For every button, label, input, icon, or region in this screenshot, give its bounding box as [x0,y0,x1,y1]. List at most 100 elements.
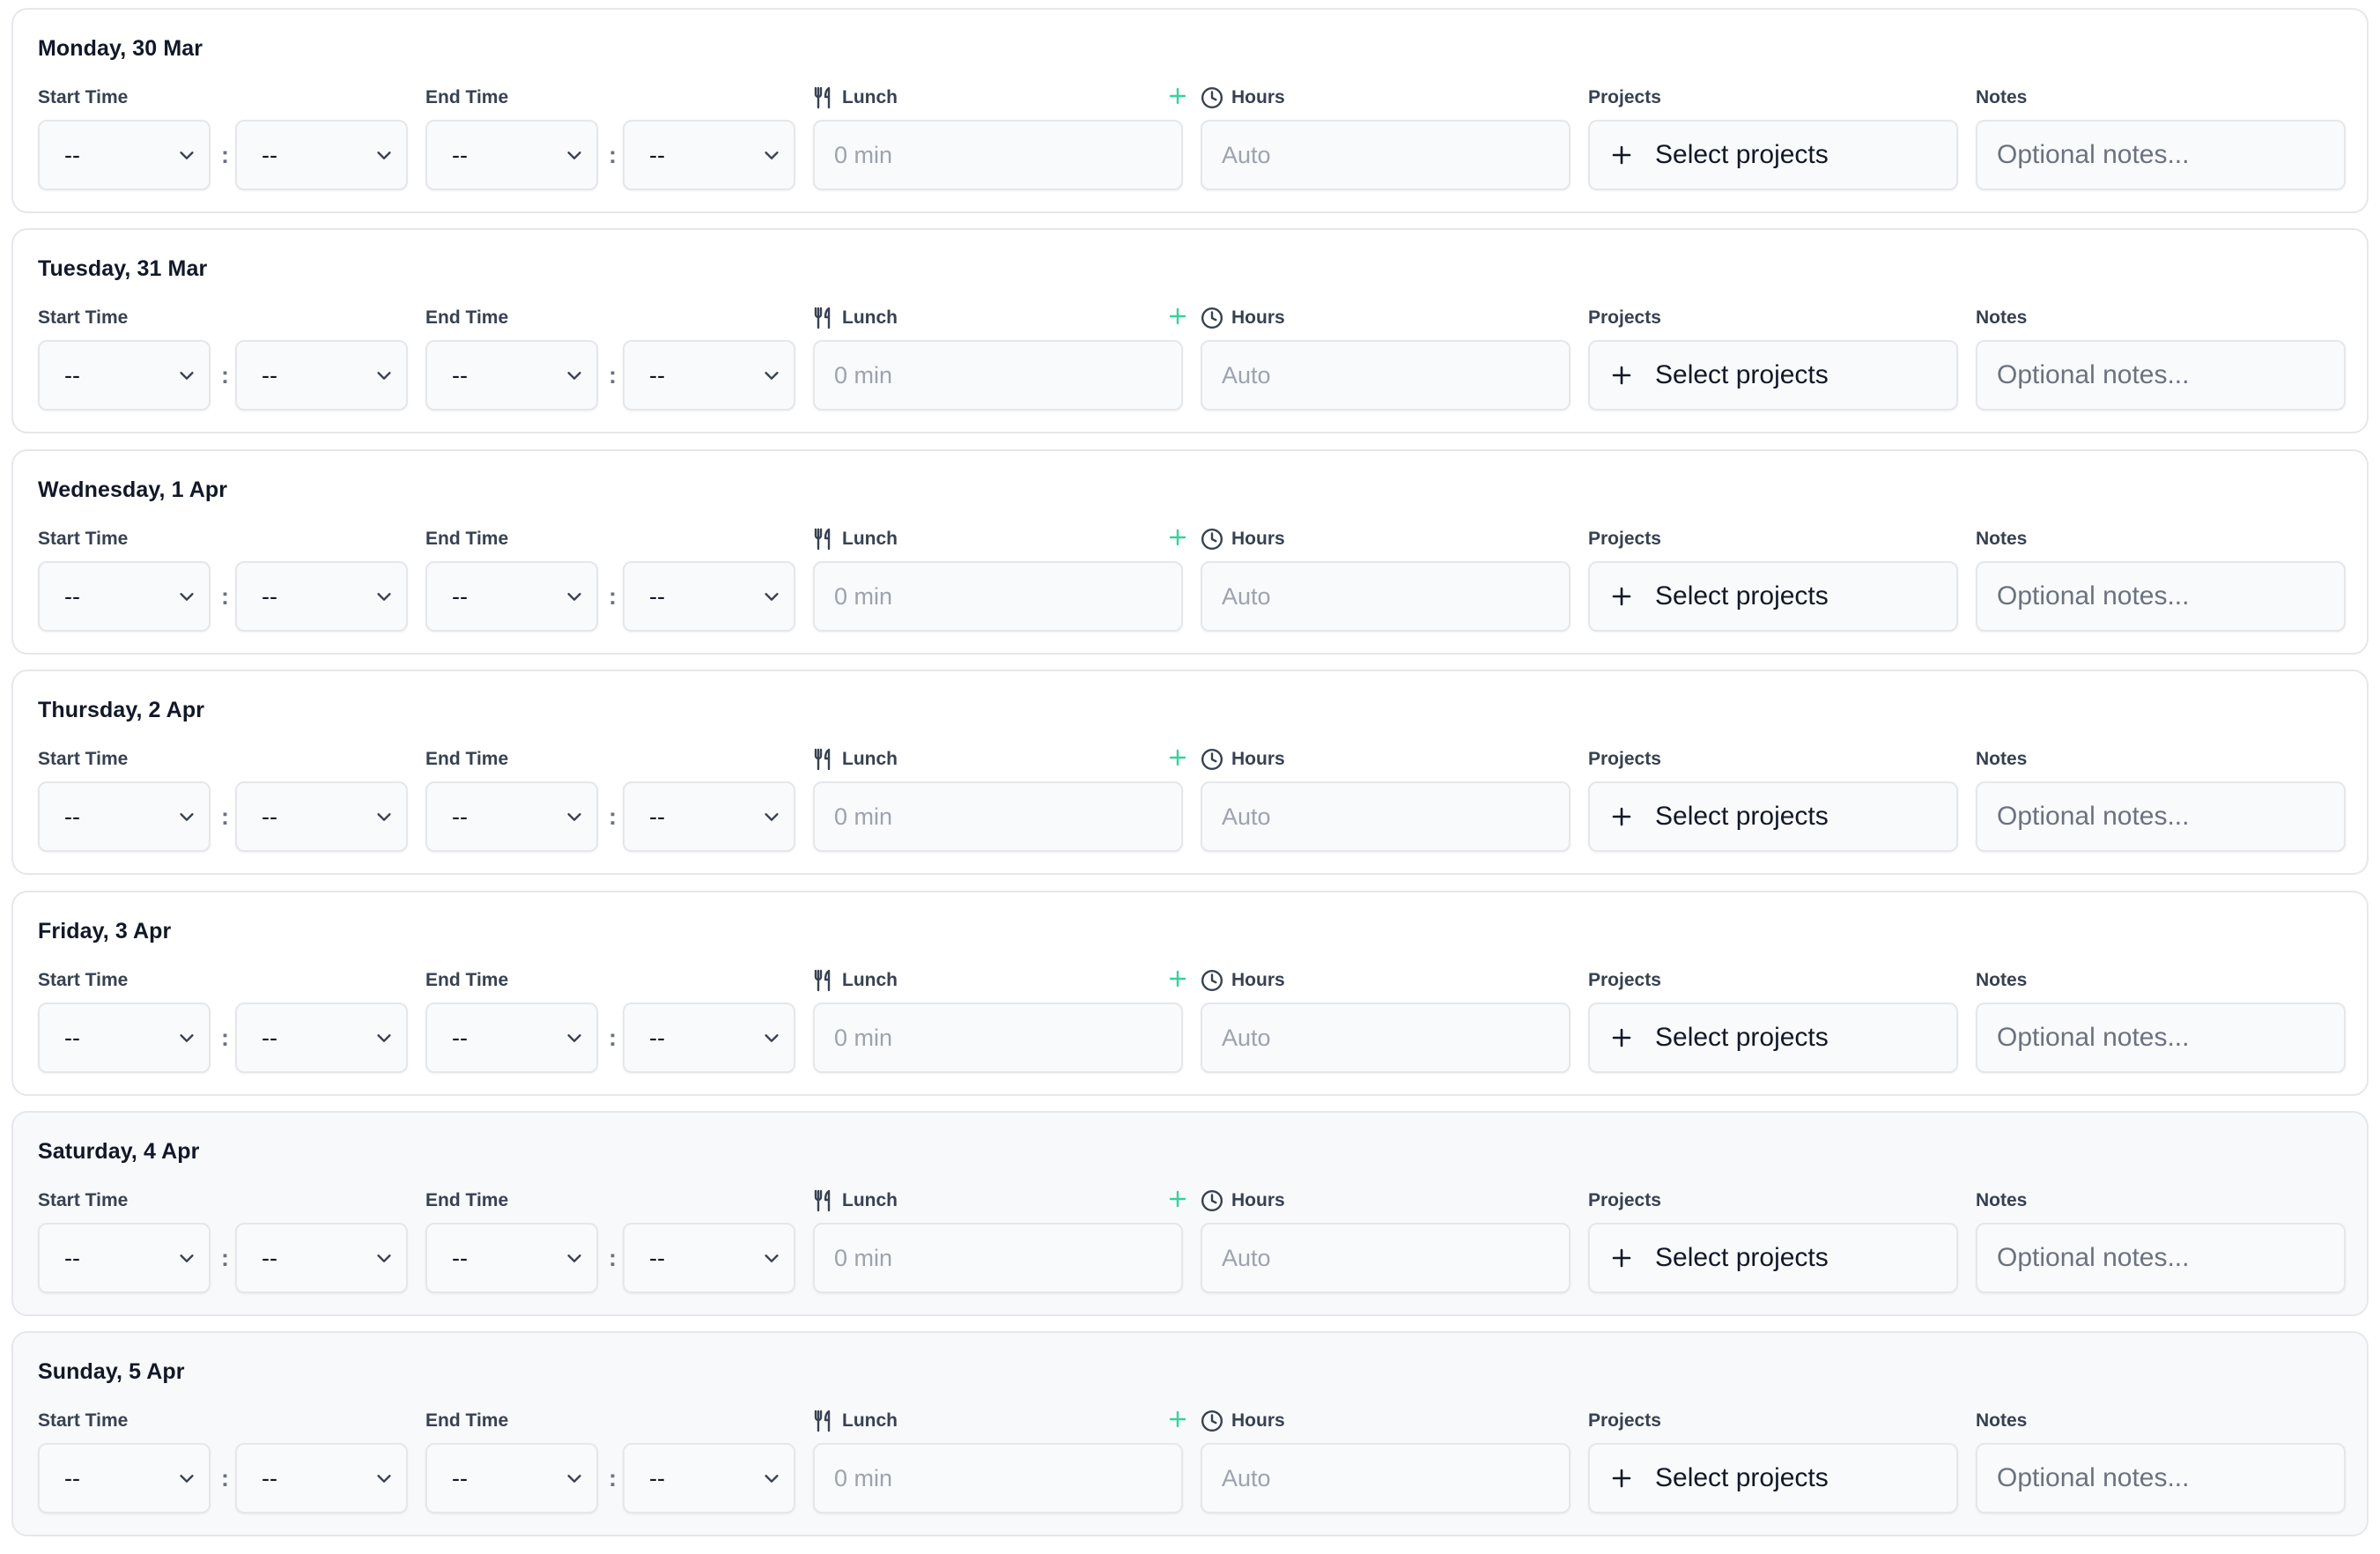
end-minute-select[interactable]: -- [623,1443,795,1513]
lunch-label-text: Lunch [842,1410,898,1431]
start-minute-select[interactable]: -- [235,561,408,632]
add-lunch-button[interactable] [1165,747,1190,772]
notes-input[interactable]: Optional notes... [1976,120,2346,190]
start-hour-value: -- [64,582,80,610]
select-projects-button[interactable]: Select projects [1588,340,1958,411]
notes-placeholder: Optional notes... [1997,1023,2190,1052]
chevron-down-icon [565,1028,584,1047]
day-title: Thursday, 2 Apr [38,698,205,722]
notes-input[interactable]: Optional notes... [1976,781,2346,852]
end-hour-select[interactable]: -- [425,120,598,190]
end-minute-select[interactable]: -- [623,120,795,190]
select-projects-button[interactable]: Select projects [1588,120,1958,190]
plus-icon [1611,144,1632,166]
notes-label: Notes [1976,529,2028,549]
select-projects-button[interactable]: Select projects [1588,1223,1958,1293]
start-hour-select[interactable]: -- [38,120,211,190]
start-minute-select[interactable]: -- [235,1443,408,1513]
fork-knife-icon [813,528,834,551]
add-lunch-button[interactable] [1165,1188,1190,1213]
notes-input[interactable]: Optional notes... [1976,1003,2346,1073]
notes-label: Notes [1976,1410,2028,1431]
lunch-placeholder: 0 min [834,361,893,388]
time-separator: : [609,1465,617,1491]
select-projects-button[interactable]: Select projects [1588,1003,1958,1073]
end-minute-select[interactable]: -- [623,1003,795,1073]
end-hour-value: -- [452,582,468,610]
fork-knife-icon [813,1189,834,1212]
select-projects-label: Select projects [1655,1023,1829,1052]
lunch-placeholder: 0 min [834,141,893,168]
notes-input[interactable]: Optional notes... [1976,340,2346,411]
select-projects-button[interactable]: Select projects [1588,781,1958,852]
end-hour-select[interactable]: -- [425,340,598,411]
clock-icon [1201,307,1223,329]
end-minute-select[interactable]: -- [623,1223,795,1293]
hours-input[interactable]: Auto [1201,1443,1571,1513]
end-hour-select[interactable]: -- [425,1223,598,1293]
add-lunch-button[interactable] [1165,85,1190,110]
time-separator: : [221,1025,229,1051]
end-hour-select[interactable]: -- [425,1443,598,1513]
add-lunch-button[interactable] [1165,527,1190,551]
lunch-minutes-input[interactable]: 0 min [813,1443,1183,1513]
notes-input[interactable]: Optional notes... [1976,1223,2346,1293]
day-card-1: Tuesday, 31 Mar Start Time -- : -- End T… [11,228,2369,433]
start-hour-value: -- [64,1464,80,1491]
lunch-label: Lunch [813,527,898,551]
lunch-minutes-input[interactable]: 0 min [813,340,1183,411]
lunch-minutes-input[interactable]: 0 min [813,1003,1183,1073]
start-hour-select[interactable]: -- [38,340,211,411]
hours-input[interactable]: Auto [1201,340,1571,411]
end-minute-select[interactable]: -- [623,340,795,411]
lunch-minutes-input[interactable]: 0 min [813,120,1183,190]
end-hour-select[interactable]: -- [425,781,598,852]
hours-label: Hours [1201,306,1285,330]
projects-label: Projects [1588,87,1661,107]
end-minute-select[interactable]: -- [623,781,795,852]
chevron-down-icon [374,1469,394,1488]
chevron-down-icon [374,1248,394,1268]
hours-input[interactable]: Auto [1201,561,1571,632]
hours-input[interactable]: Auto [1201,781,1571,852]
start-minute-select[interactable]: -- [235,340,408,411]
start-minute-select[interactable]: -- [235,1003,408,1073]
chevron-down-icon [762,1469,781,1488]
chevron-down-icon [177,587,196,606]
add-lunch-button[interactable] [1165,306,1190,330]
notes-input[interactable]: Optional notes... [1976,561,2346,632]
lunch-minutes-input[interactable]: 0 min [813,1223,1183,1293]
end-hour-select[interactable]: -- [425,1003,598,1073]
end-hour-select[interactable]: -- [425,561,598,632]
hours-placeholder: Auto [1222,1464,1271,1491]
hours-label: Hours [1201,968,1285,993]
start-hour-select[interactable]: -- [38,561,211,632]
add-lunch-button[interactable] [1165,1409,1190,1433]
hours-input[interactable]: Auto [1201,1223,1571,1293]
hours-input[interactable]: Auto [1201,1003,1571,1073]
hours-input[interactable]: Auto [1201,120,1571,190]
select-projects-button[interactable]: Select projects [1588,561,1958,632]
start-hour-select[interactable]: -- [38,1223,211,1293]
lunch-minutes-input[interactable]: 0 min [813,781,1183,852]
notes-placeholder: Optional notes... [1997,140,2190,169]
end-minute-select[interactable]: -- [623,561,795,632]
start-minute-select[interactable]: -- [235,1223,408,1293]
start-hour-select[interactable]: -- [38,1443,211,1513]
select-projects-button[interactable]: Select projects [1588,1443,1958,1513]
hours-placeholder: Auto [1222,1244,1271,1271]
notes-placeholder: Optional notes... [1997,802,2190,831]
time-separator: : [221,583,229,610]
notes-input[interactable]: Optional notes... [1976,1443,2346,1513]
end-time-label: End Time [425,87,509,107]
lunch-minutes-input[interactable]: 0 min [813,561,1183,632]
start-minute-select[interactable]: -- [235,120,408,190]
time-separator: : [609,1025,617,1051]
add-lunch-button[interactable] [1165,968,1190,993]
start-minute-select[interactable]: -- [235,781,408,852]
start-hour-select[interactable]: -- [38,781,211,852]
start-hour-select[interactable]: -- [38,1003,211,1073]
end-time-label: End Time [425,1190,509,1210]
lunch-placeholder: 0 min [834,1464,893,1491]
end-hour-value: -- [452,803,468,830]
